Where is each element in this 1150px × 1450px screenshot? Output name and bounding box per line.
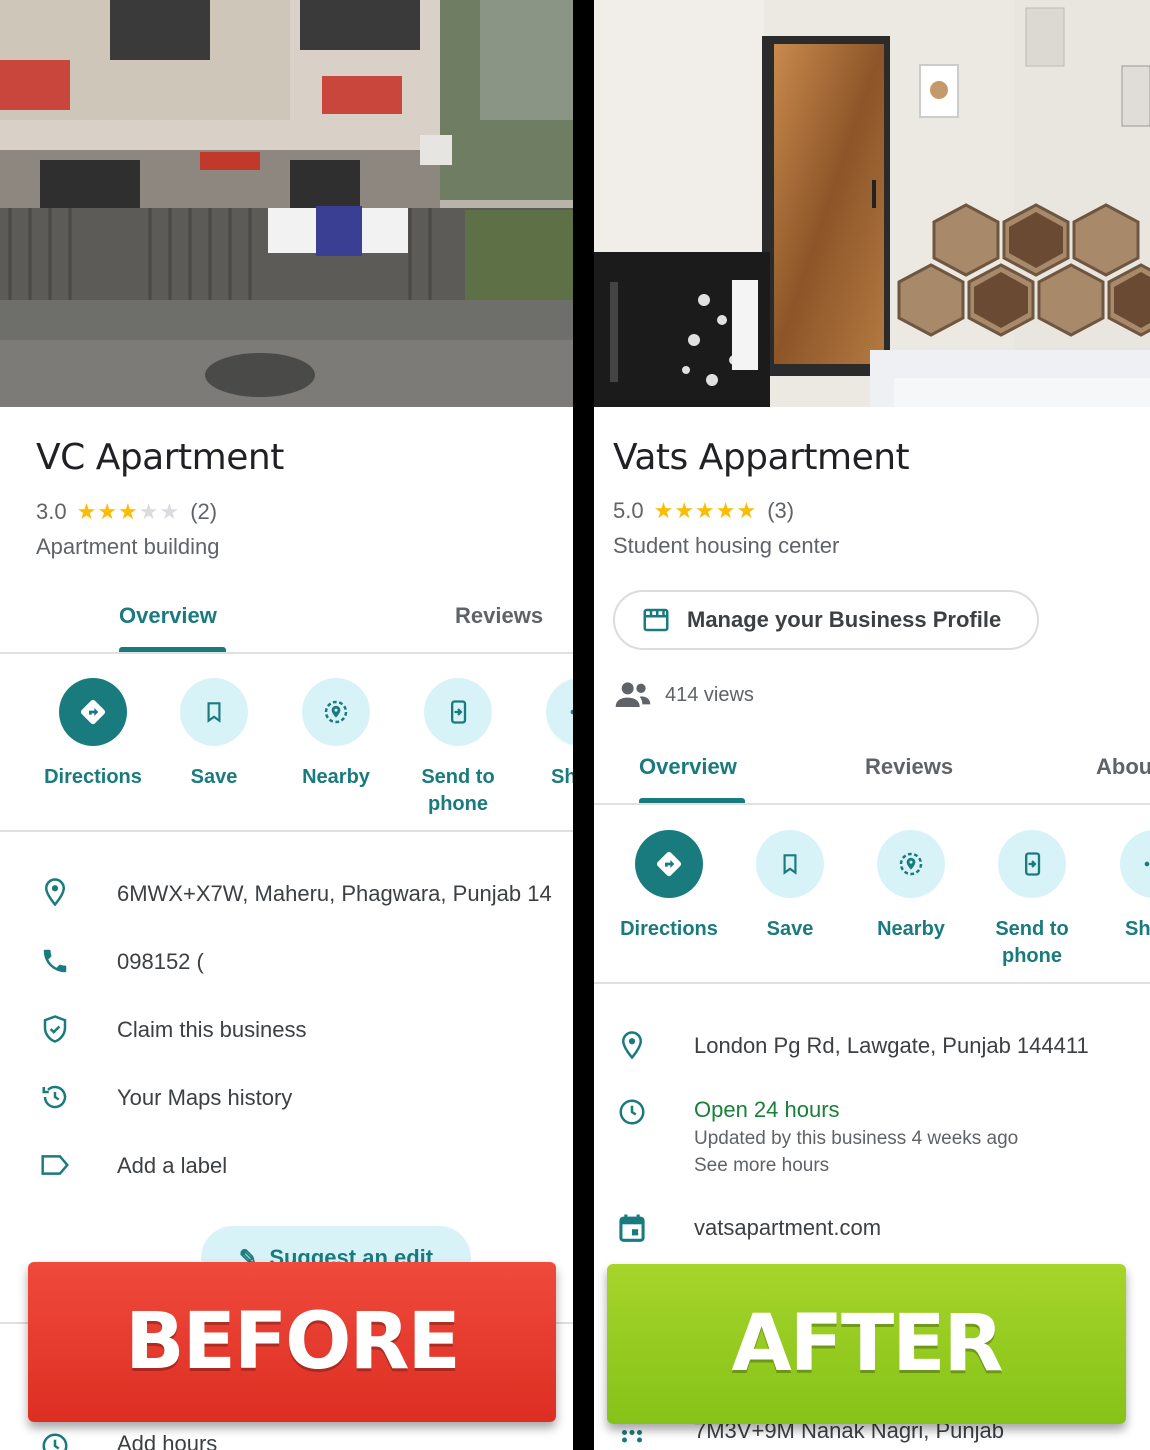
- see-more-hours-link[interactable]: See more hours: [694, 1155, 829, 1177]
- address-row[interactable]: [37, 874, 73, 910]
- place-title: Vats Appartment: [613, 437, 910, 478]
- hours-updated-text: Updated by this business 4 weeks ago: [694, 1128, 1019, 1149]
- nearby-icon: [877, 830, 945, 898]
- hours-row[interactable]: [614, 1094, 650, 1130]
- listing-photo[interactable]: [0, 0, 573, 407]
- send-to-phone-label: Send to phone: [421, 766, 495, 815]
- rating-value: 3.0: [36, 499, 67, 524]
- nearby-button[interactable]: Nearby: [851, 830, 971, 943]
- address-text[interactable]: London Pg Rd, Lawgate, Punjab 144411: [694, 1033, 1089, 1059]
- save-button[interactable]: Save: [154, 678, 274, 791]
- save-button[interactable]: Save: [730, 830, 850, 943]
- manage-business-profile-label: Manage your Business Profile: [687, 607, 1002, 632]
- maps-history-link[interactable]: Your Maps history: [117, 1085, 292, 1111]
- star-rating-icon: ★★★★★: [653, 498, 758, 523]
- before-banner: BEFORE: [28, 1262, 556, 1422]
- rating-value: 5.0: [613, 498, 644, 523]
- website-row[interactable]: [614, 1210, 650, 1246]
- directions-button[interactable]: Directions: [33, 678, 153, 791]
- send-to-phone-button[interactable]: Send to phone: [972, 830, 1092, 970]
- review-count: (3): [767, 498, 795, 523]
- share-label: Sh: [1125, 918, 1150, 940]
- manage-business-profile-button[interactable]: Manage your Business Profile: [613, 590, 1039, 650]
- directions-icon: [59, 678, 127, 746]
- nearby-button[interactable]: Nearby: [276, 678, 396, 791]
- building-photo-image: [0, 0, 573, 407]
- plus-code-icon: [614, 1422, 650, 1450]
- room-photo-image: [594, 0, 1150, 407]
- tab-overview[interactable]: Overview: [639, 754, 737, 780]
- share-icon: [546, 678, 573, 746]
- shield-check-icon: [37, 1011, 73, 1047]
- share-icon: [1120, 830, 1150, 898]
- after-banner: AFTER: [607, 1264, 1126, 1424]
- directions-label: Directions: [44, 766, 142, 788]
- phone-row[interactable]: [37, 943, 73, 979]
- listing-photo[interactable]: [594, 0, 1150, 407]
- star-rating-icon: ★★★★★: [76, 499, 181, 524]
- tab-about[interactable]: Abou: [1096, 754, 1150, 780]
- save-label: Save: [190, 766, 238, 788]
- rating-row[interactable]: 5.0 ★★★★★ (3): [613, 498, 794, 524]
- place-category[interactable]: Student housing center: [613, 533, 839, 559]
- label-icon: [37, 1147, 73, 1183]
- tabs-divider: [0, 652, 573, 654]
- plus-code-row[interactable]: [614, 1422, 650, 1450]
- nearby-icon: [302, 678, 370, 746]
- tab-reviews[interactable]: Reviews: [455, 603, 543, 629]
- views-row: 414 views: [613, 680, 754, 710]
- rating-row[interactable]: 3.0 ★★★★★ (2): [36, 499, 217, 525]
- add-hours-row[interactable]: [37, 1428, 73, 1450]
- directions-label: Directions: [620, 918, 718, 940]
- place-title: VC Apartment: [36, 437, 284, 478]
- tabs-divider: [594, 803, 1150, 805]
- share-button[interactable]: Sh: [520, 678, 573, 791]
- claim-business-link[interactable]: Claim this business: [117, 1017, 307, 1043]
- address-text[interactable]: 6MWX+X7W, Maheru, Phagwara, Punjab 14: [117, 881, 552, 907]
- claim-row[interactable]: [37, 1011, 73, 1047]
- send-to-phone-label: Send to phone: [995, 918, 1069, 967]
- place-category[interactable]: Apartment building: [36, 534, 219, 560]
- phone-text[interactable]: 098152 (: [117, 949, 204, 975]
- nearby-label: Nearby: [302, 766, 370, 788]
- after-listing-panel: Vats Appartment 5.0 ★★★★★ (3) Student ho…: [594, 0, 1150, 1450]
- website-link[interactable]: vatsapartment.com: [694, 1215, 881, 1241]
- directions-button[interactable]: Directions: [609, 830, 729, 943]
- save-label: Save: [766, 918, 814, 940]
- phone-icon: [37, 943, 73, 979]
- send-to-phone-icon: [998, 830, 1066, 898]
- bookmark-icon: [180, 678, 248, 746]
- views-count: 414 views: [665, 683, 754, 706]
- directions-icon: [635, 830, 703, 898]
- calendar-icon: [614, 1210, 650, 1246]
- share-button[interactable]: Sh: [1094, 830, 1150, 943]
- tab-reviews[interactable]: Reviews: [865, 754, 953, 780]
- add-label-link[interactable]: Add a label: [117, 1153, 227, 1179]
- review-count: (2): [190, 499, 218, 524]
- actions-divider: [594, 982, 1150, 984]
- nearby-label: Nearby: [877, 918, 945, 940]
- history-icon: [37, 1079, 73, 1115]
- add-hours-link[interactable]: Add hours: [117, 1431, 217, 1450]
- add-label-row[interactable]: [37, 1147, 73, 1183]
- actions-divider: [0, 830, 573, 832]
- storefront-icon: [643, 608, 669, 632]
- send-to-phone-icon: [424, 678, 492, 746]
- clock-icon: [614, 1094, 650, 1130]
- address-row[interactable]: [614, 1027, 650, 1063]
- clock-icon: [37, 1428, 73, 1450]
- share-label: Sh: [551, 766, 573, 788]
- maps-history-row[interactable]: [37, 1079, 73, 1115]
- hours-status[interactable]: Open 24 hours: [694, 1097, 840, 1123]
- location-pin-icon: [37, 874, 73, 910]
- location-pin-icon: [614, 1027, 650, 1063]
- send-to-phone-button[interactable]: Send to phone: [398, 678, 518, 818]
- tab-overview[interactable]: Overview: [119, 603, 217, 629]
- people-icon: [615, 682, 651, 707]
- bookmark-icon: [756, 830, 824, 898]
- before-listing-panel: VC Apartment 3.0 ★★★★★ (2) Apartment bui…: [0, 0, 573, 1450]
